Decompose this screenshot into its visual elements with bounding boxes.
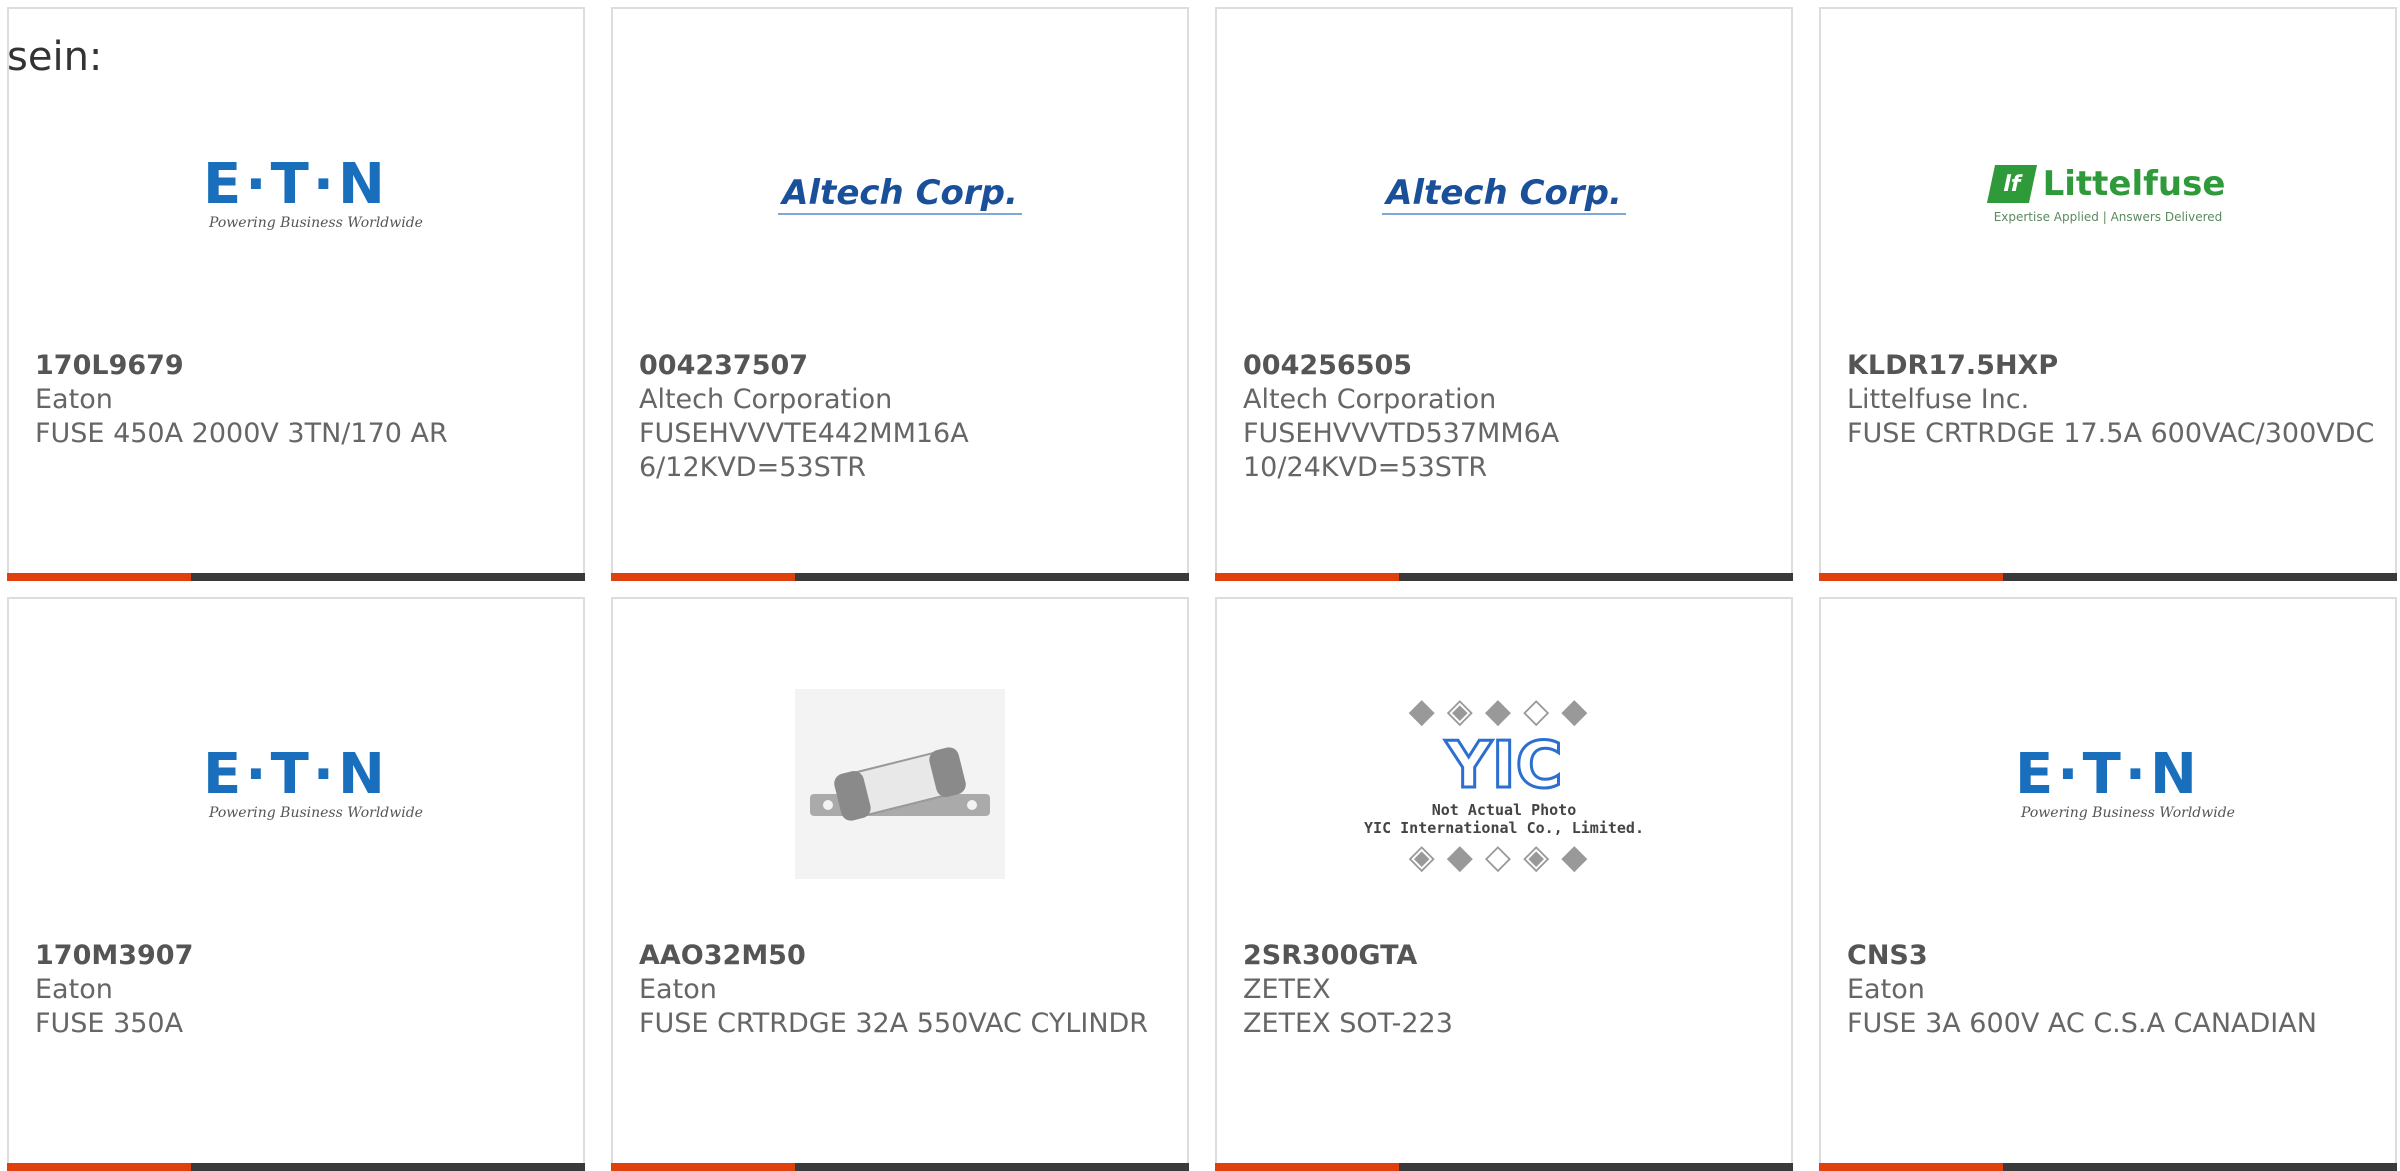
card-footer-bar: [1819, 573, 2397, 581]
part-number[interactable]: 004256505: [1243, 349, 1771, 383]
product-description: FUSE CRTRDGE 32A 550VAC CYLINDR: [639, 1008, 1149, 1039]
card-footer-bar: [7, 1163, 585, 1171]
part-number[interactable]: 170M3907: [35, 939, 563, 973]
part-number[interactable]: KLDR17.5HXP: [1847, 349, 2375, 383]
intro-text: sein:: [7, 34, 103, 80]
manufacturer-name: Altech Corporation: [1243, 384, 1497, 415]
eaton-logo-wordmark: E·T·N: [203, 742, 389, 807]
product-card[interactable]: E·T·N Powering Business Worldwide 170M39…: [7, 597, 585, 1171]
yic-logo-mark: YIC: [1444, 729, 1564, 803]
manufacturer-logo: lf Littelfuse Expertise Applied | Answer…: [1821, 69, 2395, 319]
manufacturer-name: Altech Corporation: [639, 384, 893, 415]
chip-icons: ◈◆◇◈◆: [1408, 837, 1600, 877]
manufacturer-name: Eaton: [35, 974, 113, 1005]
card-footer-bar: [7, 573, 585, 581]
product-description: FUSE 350A: [35, 1008, 184, 1039]
product-description: FUSEHVVVTE442MM16A 6/12KVD=53STR: [639, 418, 969, 483]
yic-company-label: YIC International Co., Limited.: [1364, 819, 1644, 837]
altech-logo-wordmark: Altech Corp.: [778, 173, 1022, 215]
manufacturer-name: Eaton: [639, 974, 717, 1005]
placeholder-image: ◆◈◆◇◆ YIC Not Actual Photo YIC Internati…: [1217, 659, 1791, 909]
card-footer-bar: [1215, 1163, 1793, 1171]
part-number[interactable]: 2SR300GTA: [1243, 939, 1771, 973]
product-card[interactable]: E·T·N Powering Business Worldwide 170L96…: [7, 7, 585, 581]
manufacturer-logo: E·T·N Powering Business Worldwide: [1821, 659, 2395, 909]
product-card[interactable]: AAO32M50 Eaton FUSE CRTRDGE 32A 550VAC C…: [611, 597, 1189, 1171]
eaton-logo-tagline: Powering Business Worldwide: [209, 805, 423, 821]
product-description: FUSE 450A 2000V 3TN/170 AR: [35, 418, 448, 449]
manufacturer-logo: E·T·N Powering Business Worldwide: [9, 659, 583, 909]
card-footer-bar: [1819, 1163, 2397, 1171]
product-card[interactable]: ◆◈◆◇◆ YIC Not Actual Photo YIC Internati…: [1215, 597, 1793, 1171]
product-description: FUSE CRTRDGE 17.5A 600VAC/300VDC: [1847, 418, 2375, 449]
cartridge-fuse-icon: [810, 747, 990, 821]
eaton-logo-tagline: Powering Business Worldwide: [2021, 805, 2235, 821]
manufacturer-logo: E·T·N Powering Business Worldwide: [9, 69, 583, 319]
part-number[interactable]: AAO32M50: [639, 939, 1167, 973]
product-card[interactable]: lf Littelfuse Expertise Applied | Answer…: [1819, 7, 2397, 581]
product-photo: [613, 659, 1187, 909]
card-footer-bar: [611, 573, 1189, 581]
manufacturer-name: Littelfuse Inc.: [1847, 384, 2030, 415]
part-number[interactable]: CNS3: [1847, 939, 2375, 973]
littelfuse-logo-tagline: Expertise Applied | Answers Delivered: [1993, 210, 2223, 224]
product-description: ZETEX SOT-223: [1243, 1008, 1453, 1039]
eaton-logo-wordmark: E·T·N: [2015, 742, 2201, 807]
eaton-logo-wordmark: E·T·N: [203, 152, 389, 217]
manufacturer-name: Eaton: [1847, 974, 1925, 1005]
manufacturer-name: Eaton: [35, 384, 113, 415]
not-actual-photo-label: Not Actual Photo: [1431, 801, 1577, 819]
manufacturer-logo: Altech Corp.: [1217, 69, 1791, 319]
chip-icons: ◆◈◆◇◆: [1408, 691, 1600, 731]
littelfuse-icon: lf: [1986, 165, 2037, 203]
eaton-logo-tagline: Powering Business Worldwide: [209, 215, 423, 231]
altech-logo-wordmark: Altech Corp.: [1382, 173, 1626, 215]
product-card[interactable]: Altech Corp. 004256505 Altech Corporatio…: [1215, 7, 1793, 581]
card-footer-bar: [1215, 573, 1793, 581]
littelfuse-logo-wordmark: Littelfuse: [2042, 164, 2226, 204]
manufacturer-name: ZETEX: [1243, 974, 1331, 1005]
product-description: FUSE 3A 600V AC C.S.A CANADIAN: [1847, 1008, 2317, 1039]
product-card[interactable]: E·T·N Powering Business Worldwide CNS3 E…: [1819, 597, 2397, 1171]
product-description: FUSEHVVVTD537MM6A 10/24KVD=53STR: [1243, 418, 1560, 483]
product-card[interactable]: Altech Corp. 004237507 Altech Corporatio…: [611, 7, 1189, 581]
part-number[interactable]: 004237507: [639, 349, 1167, 383]
part-number[interactable]: 170L9679: [35, 349, 563, 383]
manufacturer-logo: Altech Corp.: [613, 69, 1187, 319]
card-footer-bar: [611, 1163, 1189, 1171]
